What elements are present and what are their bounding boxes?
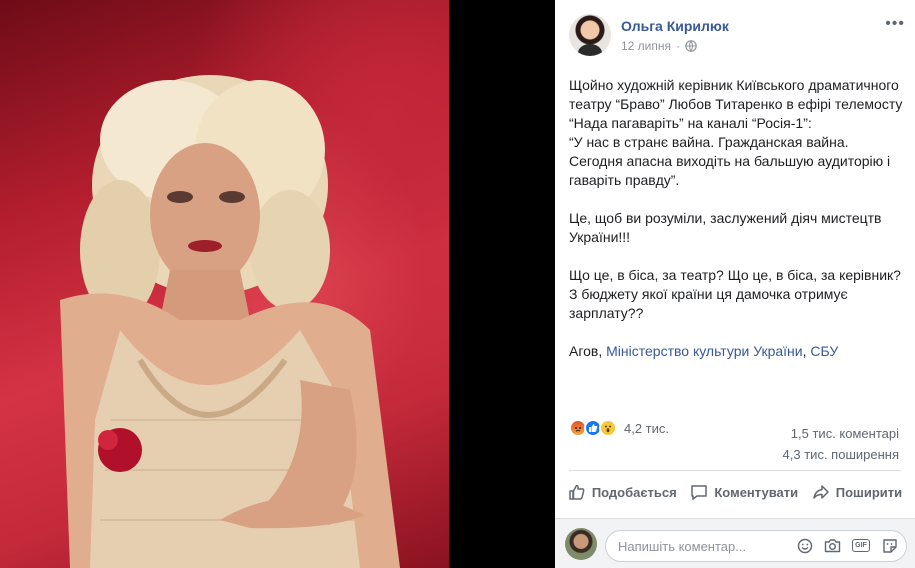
comment-placeholder: Напишіть коментар...: [618, 539, 747, 554]
comment-tools: GIF: [796, 537, 898, 554]
like-button[interactable]: Подобається: [568, 483, 677, 501]
reactions-summary[interactable]: 4,2 тис.: [569, 418, 669, 438]
actions-top-divider: [569, 470, 901, 471]
paragraph-4-prefix: Агов,: [569, 343, 607, 359]
share-label: Поширити: [835, 484, 903, 500]
sticker-icon[interactable]: [881, 537, 898, 554]
post-text: Щойно художній керівник Київського драма…: [569, 76, 905, 380]
paragraph-3-question: З бюджету якої країни ця дамочка отримує…: [569, 286, 848, 321]
paragraph-4: Агов, Міністерство культури України, СБУ: [569, 342, 905, 361]
photo-viewer[interactable]: [0, 0, 555, 568]
post-actions: Подобається Коментувати Поширити: [561, 478, 909, 506]
viewer-avatar[interactable]: [565, 528, 597, 560]
comment-button[interactable]: Коментувати: [690, 483, 798, 501]
meta-separator: ·: [676, 39, 681, 53]
post-panel: Ольга Кирилюк 12 липня · ••• Щойно худож…: [555, 0, 915, 568]
camera-icon[interactable]: [824, 537, 841, 554]
post-photo[interactable]: [0, 0, 449, 568]
paragraph-1-text: Щойно художній керівник Київського драма…: [569, 77, 903, 131]
paragraph-3-text: Що це, в біса, за театр? Що це, в біса, …: [569, 267, 901, 283]
globe-icon[interactable]: [685, 40, 697, 52]
reaction-count[interactable]: 4,2 тис.: [624, 421, 669, 436]
post-header: Ольга Кирилюк 12 липня · •••: [569, 14, 909, 58]
comment-label: Коментувати: [714, 484, 799, 500]
comment-icon: [691, 485, 708, 500]
tag-ministry-link[interactable]: Міністерство культури України: [606, 343, 802, 359]
more-options-icon[interactable]: •••: [885, 16, 905, 32]
comment-input[interactable]: Напишіть коментар... GIF: [605, 530, 907, 562]
comment-composer: Напишіть коментар... GIF: [555, 518, 915, 568]
tag-sbu-link[interactable]: СБУ: [810, 343, 838, 359]
paragraph-2: Це, щоб ви розуміли, заслужений діяч мис…: [569, 210, 882, 245]
post-date[interactable]: 12 липня: [621, 39, 671, 53]
engagement-stats: 1,5 тис. коментарі 4,3 тис. поширення: [783, 423, 899, 465]
share-button[interactable]: Поширити: [812, 483, 902, 501]
shares-count[interactable]: 4,3 тис. поширення: [783, 444, 899, 465]
wow-icon: [599, 419, 617, 437]
comments-count[interactable]: 1,5 тис. коментарі: [783, 423, 899, 444]
paragraph-1-quote: “У нас в странє вайна. Гражданская вайна…: [569, 134, 891, 188]
paragraph-1: Щойно художній керівник Київського драма…: [569, 76, 905, 190]
share-icon: [813, 485, 829, 499]
author-name[interactable]: Ольга Кирилюк: [621, 18, 729, 34]
paragraph-3: Що це, в біса, за театр? Що це, в біса, …: [569, 266, 905, 323]
like-label: Подобається: [591, 484, 677, 500]
emoji-icon[interactable]: [796, 537, 813, 554]
author-avatar[interactable]: [569, 14, 611, 56]
performer-illustration: [60, 75, 400, 568]
gif-icon[interactable]: GIF: [852, 539, 870, 552]
thumbs-up-icon: [569, 484, 585, 500]
post-meta: 12 липня ·: [621, 39, 697, 53]
